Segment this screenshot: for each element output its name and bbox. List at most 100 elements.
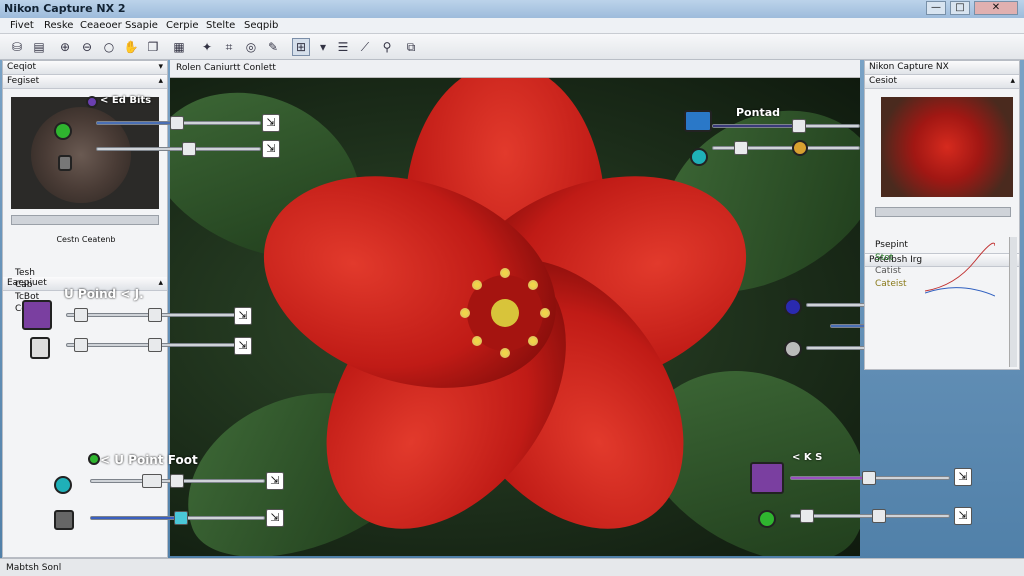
menu-help[interactable]: Seqpib [244, 20, 278, 31]
curve-graph[interactable] [925, 241, 995, 301]
control-point-label: < U Point Foot [100, 453, 198, 467]
control-point-green[interactable] [758, 510, 776, 528]
slider-knob[interactable] [74, 308, 88, 322]
right-panel-title-label: Nikon Capture NX [869, 62, 949, 72]
slider-track[interactable] [790, 514, 950, 518]
open-icon[interactable]: ⛁ [8, 38, 26, 56]
app-title: Nikon Capture NX 2 [4, 2, 126, 15]
status-bar: Mabtsh Sonl [0, 558, 1024, 576]
slider-track[interactable] [712, 124, 860, 128]
dropdown-icon[interactable]: ▾ [158, 61, 163, 74]
crop-icon[interactable]: ⌗ [220, 38, 238, 56]
control-point-cyan[interactable] [54, 476, 72, 494]
slider-reset-button[interactable]: ⇲ [954, 507, 972, 525]
grid-icon[interactable]: ▦ [170, 38, 188, 56]
slider-knob[interactable] [792, 119, 806, 133]
brush-icon[interactable]: ✎ [264, 38, 282, 56]
control-point-green[interactable] [54, 122, 72, 140]
slider-reset-button[interactable]: ⇲ [954, 468, 972, 486]
control-point-gray[interactable] [58, 155, 72, 171]
preview-thumbnail[interactable] [881, 97, 1013, 197]
maximize-button[interactable]: □ [950, 1, 970, 15]
collapse-icon[interactable]: ▴ [1010, 75, 1015, 88]
slider-reset-button[interactable]: ⇲ [234, 307, 252, 325]
slider-track[interactable] [96, 147, 261, 151]
control-point-marker[interactable] [88, 453, 100, 465]
slider-knob[interactable] [170, 116, 184, 130]
navigator-header[interactable]: Fegiset ▴ [3, 75, 167, 89]
slider-knob[interactable] [800, 509, 814, 523]
stack-icon[interactable]: ⧉ [402, 38, 420, 56]
control-point-silver[interactable] [784, 340, 802, 358]
thumbnail-scrollbar[interactable] [11, 215, 159, 225]
slider-reset-button[interactable]: ⇲ [266, 509, 284, 527]
hand-icon[interactable]: ✋ [122, 38, 140, 56]
right-panel-scrollbar[interactable] [1009, 237, 1017, 367]
right-panel-header[interactable]: Cesiot ▴ [865, 75, 1019, 89]
navigator-thumbnail[interactable] [11, 97, 159, 209]
control-point-yellow[interactable] [792, 140, 808, 156]
control-point-label: Pontad [736, 106, 781, 119]
menu-filter[interactable]: Ssapie [125, 20, 158, 31]
slider-reset-button[interactable]: ⇲ [234, 337, 252, 355]
print-icon[interactable]: ▤ [30, 38, 48, 56]
list-item[interactable]: Catist [869, 265, 901, 277]
slider-reset-button[interactable]: ⇲ [266, 472, 284, 490]
magnifier-icon[interactable]: ○ [100, 38, 118, 56]
menu-adjust[interactable]: Ceaeoer [80, 20, 122, 31]
navigator-header-label: Fegiset [7, 76, 40, 86]
list-item[interactable]: Stot [869, 252, 893, 264]
slider-knob[interactable] [174, 511, 188, 525]
rotate-icon[interactable]: ✦ [198, 38, 216, 56]
menu-file[interactable]: Fivet [10, 20, 34, 31]
control-point-label: U Poind < J. [64, 287, 144, 301]
list-item[interactable]: Cab [9, 279, 33, 291]
menu-window[interactable]: Stelte [206, 20, 235, 31]
navigator-caption: Cestn Ceatenb [56, 235, 116, 244]
right-panel-title: Nikon Capture NX [865, 61, 1019, 75]
menu-bar: Fivet Reske Ceaeoer Ssapie Cerpie Stelte… [0, 18, 1024, 34]
close-button[interactable]: ✕ [974, 1, 1018, 15]
slider-knob[interactable] [872, 509, 886, 523]
control-point-icon[interactable]: ⊞ [292, 38, 310, 56]
copy-icon[interactable]: ❐ [144, 38, 162, 56]
control-point-cyan[interactable] [690, 148, 708, 166]
slider-knob[interactable] [148, 338, 162, 352]
control-point-white[interactable] [30, 337, 50, 359]
control-point-gray[interactable] [54, 510, 74, 530]
control-point-marker[interactable] [86, 96, 98, 108]
slider-knob[interactable] [142, 474, 162, 488]
left-top-header-label: Ceqiot [7, 62, 37, 72]
collapse-icon[interactable]: ▴ [158, 75, 163, 88]
zoom-in-icon[interactable]: ⊕ [56, 38, 74, 56]
slider-knob[interactable] [734, 141, 748, 155]
minimize-button[interactable]: — [926, 1, 946, 15]
slider-reset-button[interactable]: ⇲ [262, 114, 280, 132]
list-item[interactable]: Psepint [869, 239, 908, 251]
thumbnail-scrollbar[interactable] [875, 207, 1011, 217]
control-point-blue[interactable] [784, 298, 802, 316]
slider-knob[interactable] [148, 308, 162, 322]
collapse-icon[interactable]: ▴ [158, 277, 163, 290]
left-top-header[interactable]: Ceqiot ▾ [3, 61, 167, 75]
menu-view[interactable]: Cerpie [166, 20, 199, 31]
menu-edit[interactable]: Reske [44, 20, 73, 31]
slider-reset-button[interactable]: ⇲ [262, 140, 280, 158]
status-text: Mabtsh Sonl [6, 563, 62, 573]
control-point-blue[interactable] [684, 110, 712, 132]
control-point-label: < Ed Bits [100, 95, 152, 106]
slider-knob[interactable] [170, 474, 184, 488]
curves-icon[interactable]: ⟋ [356, 38, 374, 56]
control-point-purple[interactable] [750, 462, 784, 494]
settings-icon[interactable]: ▾ [314, 38, 332, 56]
list-item[interactable]: Cateist [869, 278, 907, 290]
search-icon[interactable]: ⚲ [378, 38, 396, 56]
list-item[interactable]: Tesh [9, 267, 35, 279]
slider-knob[interactable] [862, 471, 876, 485]
levels-icon[interactable]: ☰ [334, 38, 352, 56]
lasso-icon[interactable]: ◎ [242, 38, 260, 56]
slider-knob[interactable] [74, 338, 88, 352]
control-point-purple[interactable] [22, 300, 52, 330]
zoom-out-icon[interactable]: ⊖ [78, 38, 96, 56]
slider-knob[interactable] [182, 142, 196, 156]
